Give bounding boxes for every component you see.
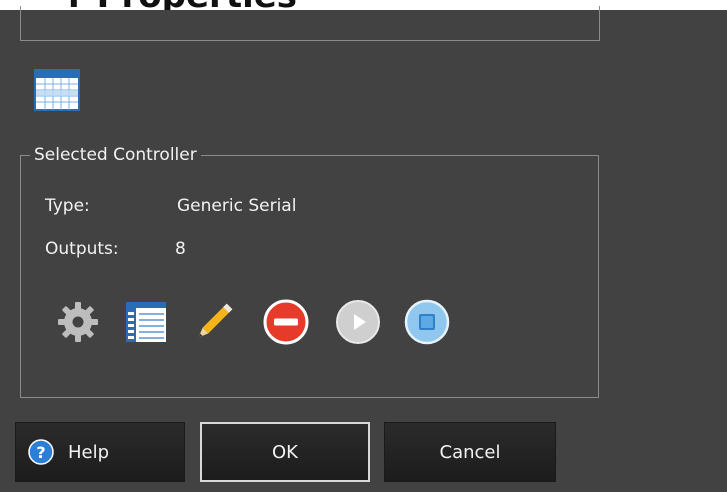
stop-icon[interactable] <box>403 298 451 346</box>
ok-button-label: OK <box>272 441 298 463</box>
pencil-icon[interactable] <box>190 298 238 346</box>
outputs-label: Outputs: <box>45 239 119 259</box>
grid-icon[interactable] <box>33 68 81 112</box>
list-icon[interactable] <box>122 298 170 346</box>
delete-icon[interactable] <box>262 298 310 346</box>
svg-text:?: ? <box>36 443 45 462</box>
cancel-button-label: Cancel <box>439 441 501 463</box>
top-group-box <box>20 6 600 41</box>
cancel-button[interactable]: Cancel <box>384 422 556 482</box>
play-icon[interactable] <box>334 298 382 346</box>
outputs-value: 8 <box>175 239 186 259</box>
selected-controller-group <box>20 155 599 398</box>
help-button-label: Help <box>68 441 110 463</box>
gear-icon[interactable] <box>54 298 102 346</box>
selected-controller-legend: Selected Controller <box>30 144 201 166</box>
help-icon: ? <box>28 439 54 465</box>
type-label: Type: <box>45 196 90 216</box>
ok-button[interactable]: OK <box>200 422 370 482</box>
help-button[interactable]: ? Help <box>15 422 185 482</box>
type-value: Generic Serial <box>177 196 297 216</box>
